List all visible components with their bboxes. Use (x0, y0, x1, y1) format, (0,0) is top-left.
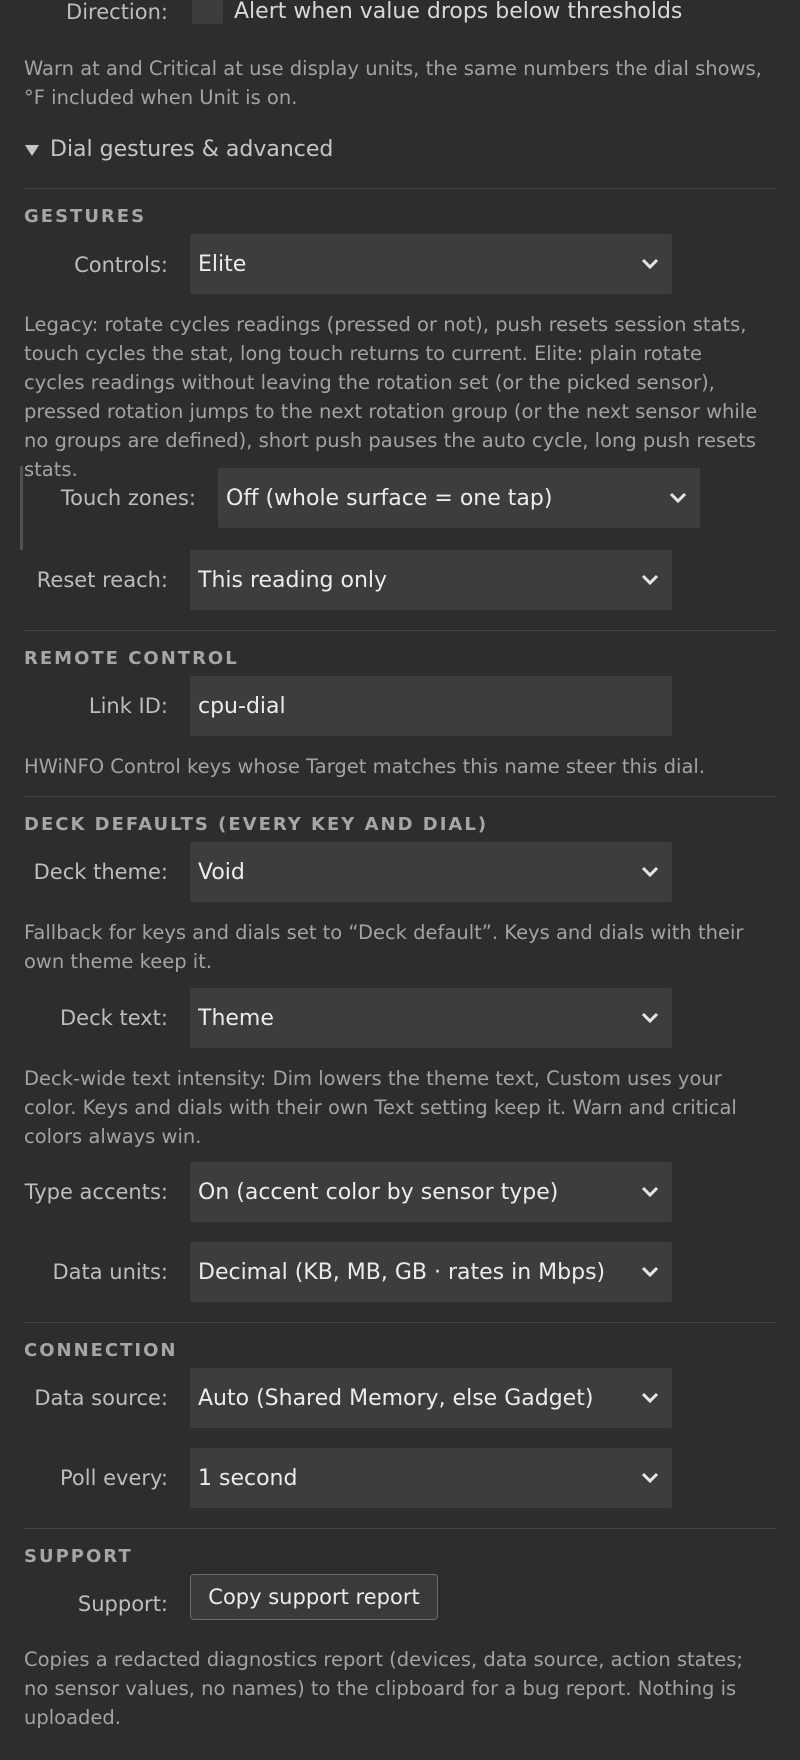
touch-zones-label: Touch zones: (60, 486, 196, 510)
type-accents-select[interactable]: On (accent color by sensor type) (190, 1162, 672, 1222)
deck-theme-label: Deck theme: (33, 860, 168, 884)
direction-label: Direction: (66, 0, 168, 24)
chevron-down-icon (628, 1242, 672, 1302)
divider (24, 796, 776, 797)
chevron-down-icon (656, 468, 700, 528)
data-source-value: Auto (Shared Memory, else Gadget) (198, 1385, 594, 1411)
chevron-down-icon (628, 1368, 672, 1428)
reset-reach-select[interactable]: This reading only (190, 550, 672, 610)
reset-reach-value: This reading only (198, 567, 388, 593)
deck-theme-value: Void (198, 859, 245, 885)
section-remote-heading: REMOTE CONTROL (24, 648, 239, 669)
chevron-down-icon (628, 988, 672, 1048)
data-source-select[interactable]: Auto (Shared Memory, else Gadget) (190, 1368, 672, 1428)
data-units-label: Data units: (52, 1260, 168, 1284)
link-id-label: Link ID: (88, 694, 168, 718)
type-accents-value: On (accent color by sensor type) (198, 1179, 559, 1205)
deck-text-value: Theme (198, 1005, 274, 1031)
alert-below-checkbox[interactable] (192, 0, 223, 24)
deck-text-label: Deck text: (60, 1006, 168, 1030)
link-id-input[interactable]: cpu-dial (190, 676, 672, 736)
alert-below-label[interactable]: Alert when value drops below thresholds (234, 0, 682, 27)
copy-support-report-button[interactable]: Copy support report (190, 1574, 438, 1620)
controls-label: Controls: (74, 253, 168, 277)
indent-bar (20, 466, 23, 550)
deck-theme-select[interactable]: Void (190, 842, 672, 902)
triangle-down-icon (25, 144, 39, 156)
touch-zones-value: Off (whole surface = one tap) (226, 485, 553, 511)
data-units-value: Decimal (KB, MB, GB · rates in Mbps) (198, 1259, 606, 1285)
controls-select[interactable]: Elite (190, 234, 672, 294)
section-gestures-heading: GESTURES (24, 206, 147, 227)
remote-help: HWiNFO Control keys whose Target matches… (24, 755, 706, 778)
reset-reach-label: Reset reach: (36, 568, 168, 592)
type-accents-label: Type accents: (24, 1180, 168, 1204)
section-deck-heading: DECK DEFAULTS (EVERY KEY AND DIAL) (24, 814, 489, 835)
divider (24, 1322, 776, 1323)
support-help: Copies a redacted diagnostics report (de… (24, 1648, 744, 1729)
controls-help: Legacy: rotate cycles readings (pressed … (24, 313, 758, 481)
divider (24, 188, 776, 189)
chevron-down-icon (628, 842, 672, 902)
touch-zones-select[interactable]: Off (whole surface = one tap) (218, 468, 700, 528)
support-label: Support: (77, 1592, 168, 1616)
controls-value: Elite (198, 251, 247, 277)
divider (24, 1528, 776, 1529)
advanced-toggle-label: Dial gestures & advanced (50, 137, 334, 162)
section-connection-heading: CONNECTION (24, 1340, 178, 1361)
section-support-heading: SUPPORT (24, 1546, 133, 1567)
deck-text-help: Deck-wide text intensity: Dim lowers the… (24, 1067, 737, 1148)
poll-every-label: Poll every: (60, 1466, 168, 1490)
data-units-select[interactable]: Decimal (KB, MB, GB · rates in Mbps) (190, 1242, 672, 1302)
deck-text-select[interactable]: Theme (190, 988, 672, 1048)
data-source-label: Data source: (34, 1386, 168, 1410)
threshold-help: Warn at and Critical at use display unit… (24, 57, 762, 109)
deck-theme-help: Fallback for keys and dials set to “Deck… (24, 921, 744, 973)
divider (24, 630, 776, 631)
advanced-toggle[interactable]: Dial gestures & advanced (24, 137, 333, 162)
poll-every-value: 1 second (198, 1465, 298, 1491)
chevron-down-icon (628, 550, 672, 610)
poll-every-select[interactable]: 1 second (190, 1448, 672, 1508)
chevron-down-icon (628, 1448, 672, 1508)
chevron-down-icon (628, 1162, 672, 1222)
chevron-down-icon (628, 234, 672, 294)
